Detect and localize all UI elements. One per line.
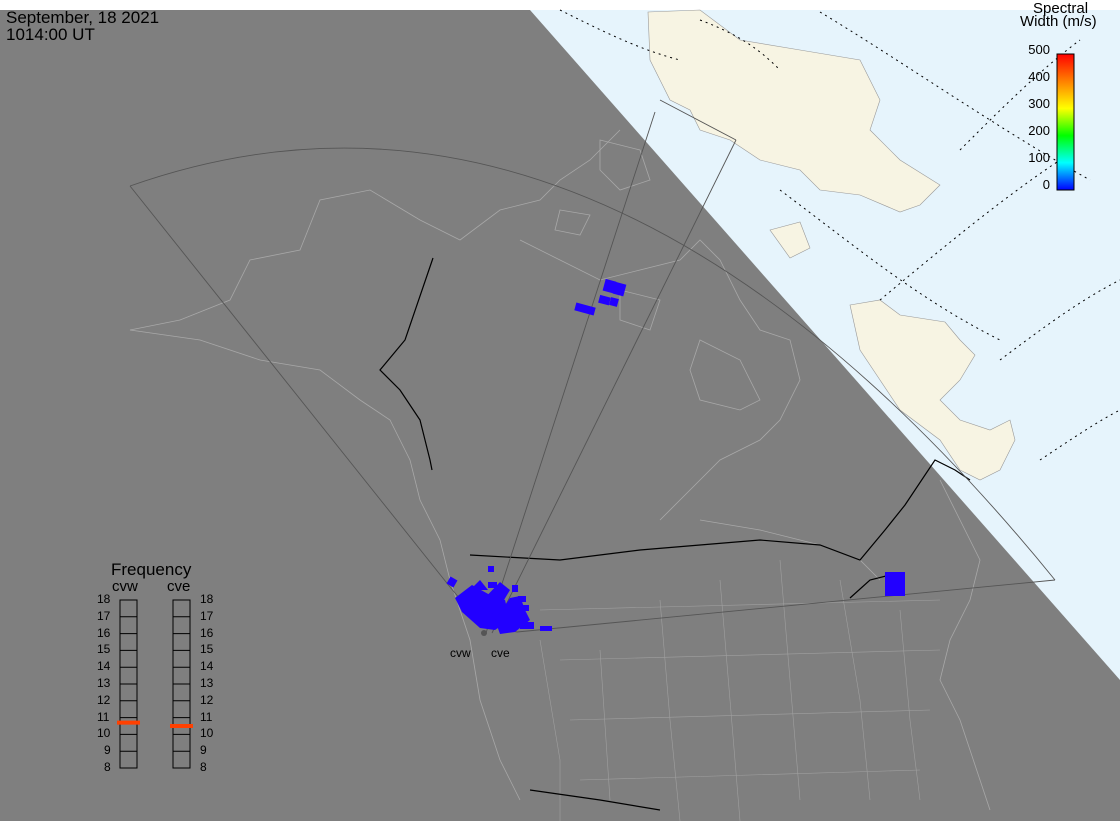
colorbar-tick: 300 bbox=[1028, 96, 1050, 111]
frequency-marker-cvw bbox=[117, 720, 140, 725]
radar-site-marker bbox=[481, 630, 487, 636]
frequency-title: Frequency bbox=[111, 560, 192, 579]
frequency-tick-left: 9 bbox=[104, 743, 111, 758]
frequency-tick-right: 13 bbox=[200, 676, 214, 690]
colorbar bbox=[1056, 53, 1075, 191]
colorbar-tick: 400 bbox=[1028, 69, 1050, 84]
colorbar-tick: 500 bbox=[1028, 42, 1050, 57]
frequency-tick-right: 12 bbox=[200, 692, 214, 707]
colorbar-tick: 0 bbox=[1042, 177, 1050, 192]
frequency-tick-left: 14 bbox=[97, 659, 111, 674]
frequency-tick-left: 12 bbox=[97, 692, 111, 707]
frequency-marker-cve bbox=[170, 724, 193, 728]
frequency-tick-left: 10 bbox=[97, 726, 111, 741]
colorbar-title-line2: Width (m/s) bbox=[1020, 13, 1097, 30]
radar-label-cvw: cvw bbox=[450, 646, 471, 660]
frequency-tick-right: 17 bbox=[200, 608, 214, 623]
colorbar-tick: 200 bbox=[1028, 123, 1050, 138]
frequency-radar-cvw: cvw bbox=[112, 578, 138, 595]
frequency-tick-right: 15 bbox=[200, 642, 214, 657]
frequency-tick-right: 16 bbox=[200, 625, 214, 640]
radar-label-cve: cve bbox=[491, 646, 510, 660]
map-stage: September, 18 2021 1014:00 UT Spectral W… bbox=[0, 0, 1120, 821]
frequency-tick-left: 16 bbox=[97, 625, 111, 640]
frequency-tick-right: 9 bbox=[200, 743, 207, 758]
frequency-tick-right: 18 bbox=[200, 592, 214, 606]
frequency-tick-right: 11 bbox=[200, 709, 213, 724]
frequency-tick-right: 10 bbox=[200, 726, 214, 741]
frequency-tick-left: 15 bbox=[97, 642, 111, 657]
colorbar-tick: 100 bbox=[1028, 150, 1050, 165]
frequency-tick-left: 18 bbox=[97, 592, 111, 606]
frequency-tick-right: 14 bbox=[200, 659, 214, 674]
frequency-tick-left: 11 bbox=[97, 709, 110, 724]
frequency-tick-left: 17 bbox=[97, 608, 111, 623]
frequency-tick-left: 13 bbox=[97, 676, 111, 690]
frequency-tick-left: 8 bbox=[104, 760, 111, 774]
frequency-tick-right: 8 bbox=[200, 760, 207, 774]
title-time: 1014:00 UT bbox=[6, 25, 95, 44]
frequency-radar-cve: cve bbox=[167, 578, 191, 595]
map-canvas bbox=[0, 9, 1120, 821]
